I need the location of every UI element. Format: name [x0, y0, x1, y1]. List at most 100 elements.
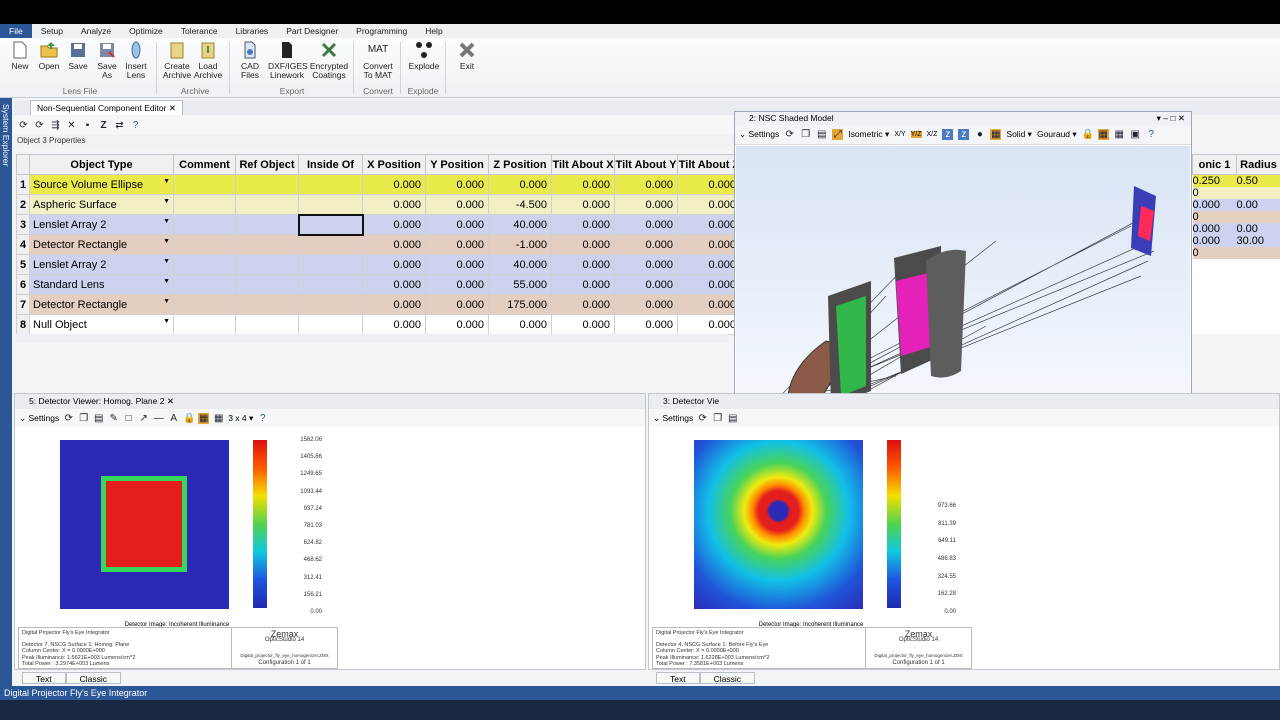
table-cell[interactable]: 0.000 [362, 274, 426, 295]
table-cell[interactable]: 0.000 [488, 174, 552, 195]
table-cell[interactable]: 0.000 [425, 254, 489, 275]
refresh-icon[interactable]: ⟳ [697, 413, 708, 424]
table-cell[interactable]: 0.000 [1192, 235, 1237, 247]
column-header[interactable]: Comment [173, 154, 236, 175]
table-cell[interactable]: 0.000 [677, 294, 741, 315]
column-header[interactable]: Tilt About X [551, 154, 615, 175]
table-cell[interactable]: 0.000 [551, 234, 615, 255]
menu-file[interactable]: File [0, 24, 32, 38]
table-cell[interactable]: 0.000 [488, 314, 552, 335]
table-row[interactable]: 8 Null Object ▼ 0.000 0.000 0.000 0.000 0.000 0.… [16, 314, 741, 335]
row-number[interactable]: 6 [16, 274, 30, 295]
table-row[interactable]: 6 Standard Lens ▼ 0.000 0.000 55.000 0.000 0.00… [16, 274, 741, 295]
close-icon[interactable]: ✕ [1178, 113, 1185, 123]
column-header[interactable]: Radius [1236, 154, 1280, 175]
object-type-cell[interactable]: Standard Lens ▼ [29, 274, 174, 295]
table-cell[interactable]: 55.000 [488, 274, 552, 295]
exit-button[interactable]: Exit [452, 40, 482, 71]
shading-dropdown[interactable]: Gouraud ▾ [1037, 129, 1077, 140]
table-cell[interactable]: 40.000 [488, 254, 552, 275]
layers-icon[interactable]: ▦ [990, 129, 1002, 140]
open-button[interactable]: Open [34, 40, 64, 71]
column-header[interactable]: Z Position [488, 154, 552, 175]
text-icon[interactable]: A [168, 413, 179, 424]
copy-icon[interactable]: ❐ [800, 129, 811, 140]
table-cell[interactable]: 0.000 [1192, 223, 1237, 235]
table-row[interactable]: 0.000 30.00 [1192, 235, 1280, 247]
menu-part-designer[interactable]: Part Designer [277, 24, 347, 38]
table-cell[interactable] [297, 213, 364, 236]
refresh-icon[interactable]: ⟳ [18, 120, 29, 131]
tab-text[interactable]: Text [656, 672, 700, 684]
table-cell[interactable]: 0.000 [362, 194, 426, 215]
table-cell[interactable] [235, 274, 299, 295]
detector2-plot-area[interactable]: 973.66 811.39 649.11 486.83 324.55 162.28 0.00 [650, 429, 972, 619]
table-row[interactable]: 0.250 0.50 [1192, 174, 1280, 187]
table-cell[interactable]: 0.000 [551, 254, 615, 275]
table-cell[interactable]: -4.500 [488, 194, 552, 215]
column-header[interactable]: Tilt About Y [614, 154, 678, 175]
table-cell[interactable]: 40.000 [488, 214, 552, 235]
save-button[interactable]: Save [63, 40, 93, 71]
table-cell[interactable]: 175.000 [488, 294, 552, 315]
table-cell[interactable]: 0.000 [614, 254, 678, 275]
column-header[interactable]: Ref Object [235, 154, 299, 175]
row-number[interactable]: 2 [16, 194, 30, 215]
settings-button[interactable]: ⌄ Settings [739, 129, 779, 140]
menu-analyze[interactable]: Analyze [72, 24, 120, 38]
table-cell[interactable] [235, 234, 299, 255]
settings-button[interactable]: ⌄ Settings [19, 413, 59, 424]
table-cell[interactable] [173, 274, 236, 295]
table-row[interactable]: 4 Detector Rectangle ▼ 0.000 0.000 -1.000 0.00… [16, 234, 741, 255]
table-cell[interactable] [235, 314, 299, 335]
table-cell[interactable]: 0.000 [362, 314, 426, 335]
arrow-icon[interactable]: ↗ [138, 413, 149, 424]
table-cell[interactable]: 0.000 [614, 234, 678, 255]
tab-classic[interactable]: Classic [65, 672, 121, 684]
object-type-cell[interactable]: Null Object ▼ [29, 314, 174, 335]
object-type-cell[interactable]: Source Volume Ellipse ▼ [29, 174, 174, 195]
table-cell[interactable]: 0.000 [677, 194, 741, 215]
table-cell[interactable] [173, 294, 236, 315]
line-icon[interactable]: — [153, 413, 164, 424]
sphere-icon[interactable]: ● [974, 129, 985, 140]
table-cell[interactable]: 0.000 [614, 294, 678, 315]
zoom-out-icon[interactable]: z [958, 129, 970, 140]
column-header[interactable]: Y Position [425, 154, 489, 175]
tools-icon[interactable]: ✕ [66, 120, 77, 131]
table-cell[interactable]: 0.000 [551, 194, 615, 215]
chevron-down-icon[interactable]: ▼ [163, 238, 170, 245]
view-dropdown[interactable]: Isometric ▾ [848, 129, 889, 140]
layout-icon[interactable]: ▦ [1097, 129, 1109, 140]
object-type-cell[interactable]: Lenslet Array 2 ▼ [29, 254, 174, 275]
print-icon[interactable]: ▤ [727, 413, 738, 424]
table-cell[interactable]: 0.000 [677, 254, 741, 275]
table-cell[interactable]: 0.000 [677, 174, 741, 195]
object-type-cell[interactable]: Detector Rectangle ▼ [29, 234, 174, 255]
convert-to-mat-button[interactable]: MAT Convert To MAT [360, 40, 396, 80]
table-cell[interactable] [1236, 247, 1280, 259]
table-cell[interactable]: 0.000 [362, 234, 426, 255]
render-dropdown[interactable]: Solid ▾ [1006, 129, 1032, 140]
row-number[interactable]: 5 [16, 254, 30, 275]
menu-tolerance[interactable]: Tolerance [172, 24, 227, 38]
table-cell[interactable]: 0.000 [677, 214, 741, 235]
row-number[interactable]: 1 [16, 174, 30, 195]
refresh-icon[interactable]: ⟳ [784, 129, 795, 140]
table-cell[interactable] [298, 234, 363, 255]
table-cell[interactable]: 0.000 [677, 274, 741, 295]
table-cell[interactable]: 0.000 [362, 294, 426, 315]
copy-icon[interactable]: ❐ [78, 413, 89, 424]
close-icon[interactable]: ✕ [169, 103, 176, 113]
chevron-down-icon[interactable]: ▼ [163, 178, 170, 185]
table-cell[interactable] [298, 194, 363, 215]
table-row[interactable]: 0.000 0.00 [1192, 199, 1280, 211]
layout-alt-icon[interactable]: ▦ [1114, 129, 1125, 140]
layout-icon[interactable]: ▦ [198, 412, 210, 424]
table-cell[interactable]: 0.000 [425, 214, 489, 235]
table-row[interactable]: 0.000 0.00 [1192, 223, 1280, 235]
create-archive-button[interactable]: Create Archive [162, 40, 192, 80]
object-type-cell[interactable]: Detector Rectangle ▼ [29, 294, 174, 315]
table-cell[interactable]: 0.50 [1236, 174, 1280, 187]
object-type-cell[interactable]: Aspheric Surface ▼ [29, 194, 174, 215]
